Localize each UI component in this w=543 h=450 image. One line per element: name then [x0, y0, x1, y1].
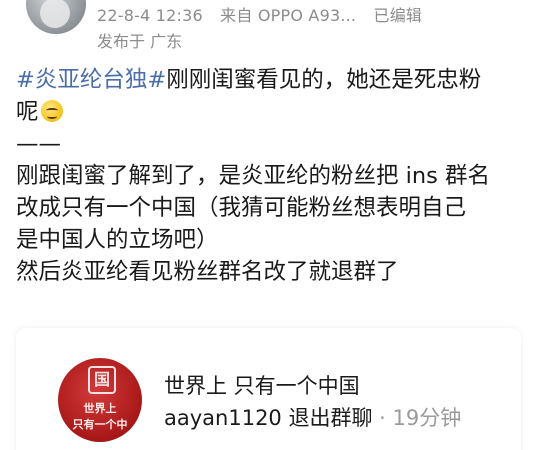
post-text: 刚跟闺蜜了解到了，是炎亚纶的粉丝把 ins 群名: [16, 163, 491, 189]
post-meta: 22-8-4 12:36 来自 OPPO A93... 已编辑: [97, 2, 422, 26]
group-event-time: · 19分钟: [379, 406, 462, 430]
user-avatar[interactable]: [26, 0, 86, 34]
post-text: 改成只有一个中国（我猜可能粉丝想表明自己: [16, 195, 467, 221]
post-text: 是中国人的立场吧）: [16, 227, 219, 253]
post-text: 然后炎亚纶看见粉丝群名改了就退群了: [16, 259, 399, 285]
seal-icon: 国: [88, 366, 116, 394]
hashtag-link[interactable]: #炎亚纶台独#: [16, 67, 166, 93]
post-page: 22-8-4 12:36 来自 OPPO A93... 已编辑 发布于 广东 #…: [0, 0, 543, 450]
group-chat-card[interactable]: 国 世界上 只有一个中 世界上 只有一个中国 aayan1120 退出群聊 · …: [16, 328, 521, 450]
separator: ——: [16, 131, 61, 157]
avatar-text-line-1: 世界上: [83, 402, 117, 415]
group-event-text: aayan1120 退出群聊: [164, 406, 373, 430]
post-source: 来自 OPPO A93...: [220, 6, 357, 25]
post-line-1: #炎亚纶台独#刚刚闺蜜看见的，她还是死忠粉: [16, 64, 531, 96]
avatar-text-line-2: 只有一个中: [72, 418, 128, 431]
post-text: 刚刚闺蜜看见的，她还是死忠粉: [166, 67, 482, 93]
group-event: aayan1120 退出群聊 · 19分钟: [164, 402, 461, 432]
grinning-sweat-emoji-icon: [40, 100, 63, 122]
edited-label[interactable]: 已编辑: [374, 6, 423, 25]
post-line-2: 呢: [16, 96, 531, 128]
avatar-image: [40, 0, 70, 28]
post-text: 呢: [16, 99, 39, 125]
group-name: 世界上 只有一个中国: [164, 374, 360, 398]
post-location: 发布于 广东: [97, 32, 183, 51]
post-date: 22-8-4 12:36: [97, 6, 203, 25]
group-avatar[interactable]: 国 世界上 只有一个中: [58, 358, 142, 442]
post-body: #炎亚纶台独#刚刚闺蜜看见的，她还是死忠粉 呢 —— 刚跟闺蜜了解到了，是炎亚纶…: [16, 64, 531, 288]
